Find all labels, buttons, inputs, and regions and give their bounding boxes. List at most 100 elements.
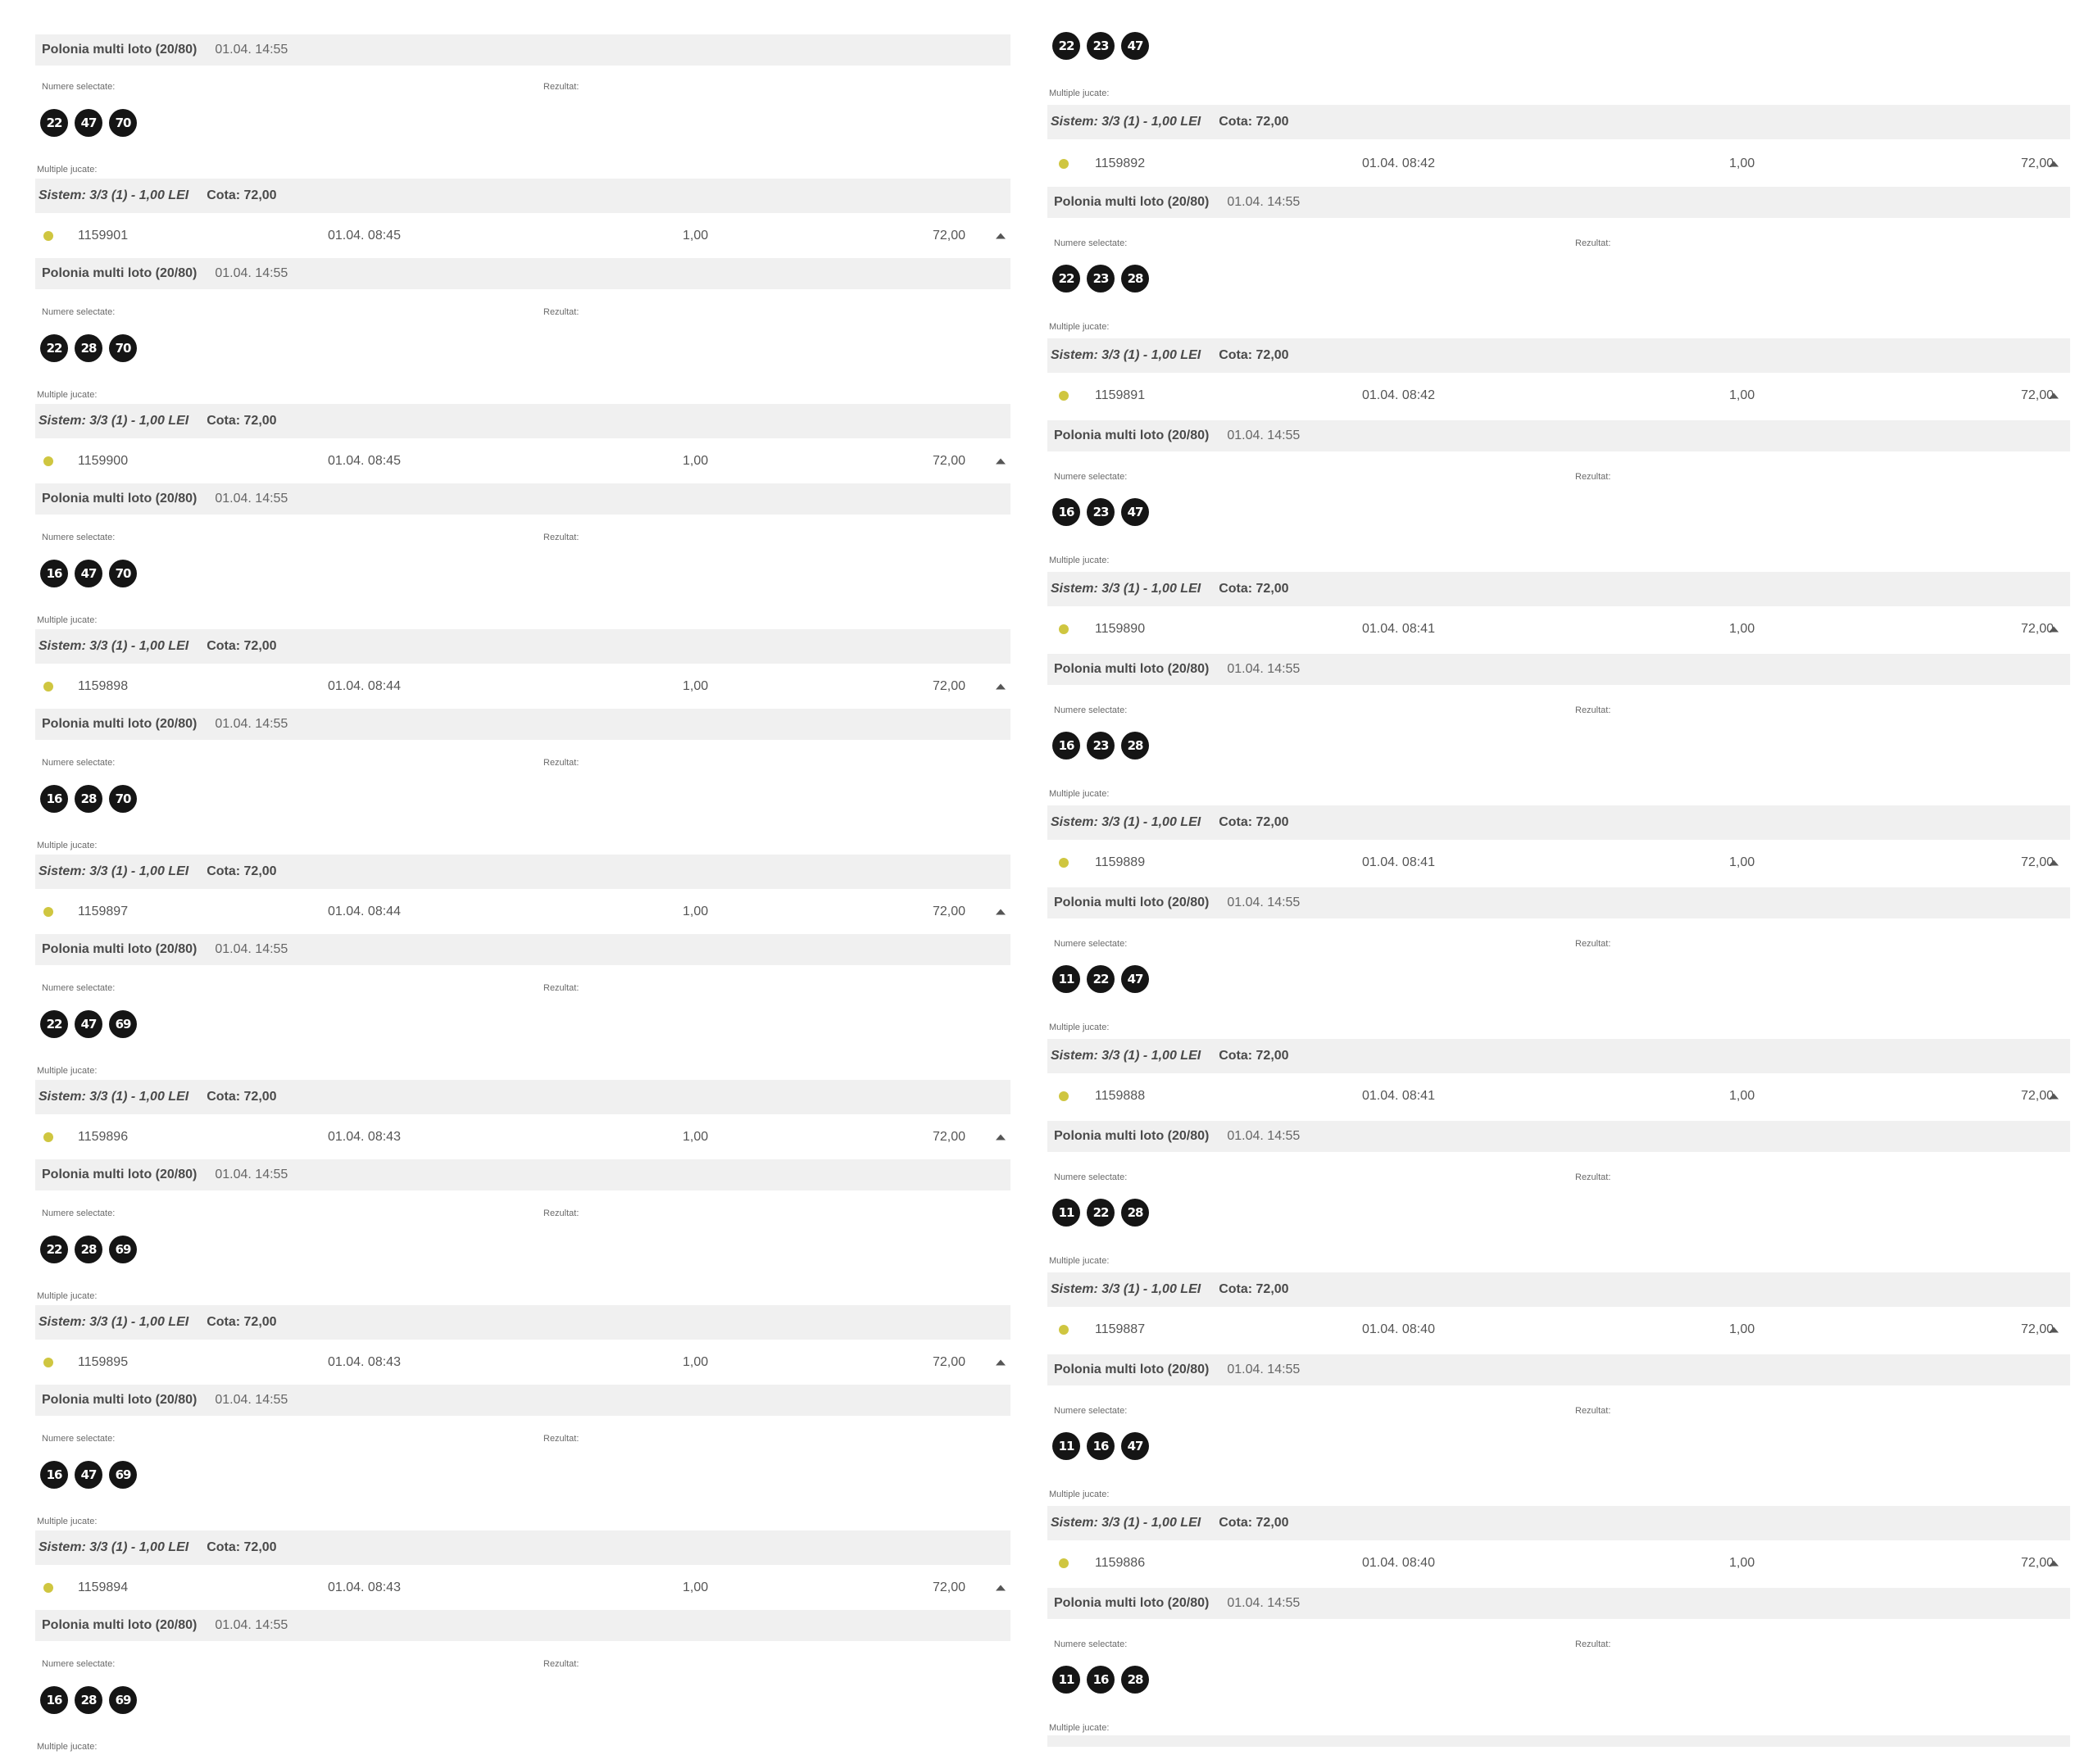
ticket-row[interactable]: 1159890 01.04. 08:41 1,00 72,00	[1047, 613, 2070, 646]
number-ball: 28	[75, 1686, 102, 1714]
rezultat-label: Rezultat:	[543, 1434, 579, 1444]
ticket-row[interactable]: 1159901 01.04. 08:45 1,00 72,00	[35, 220, 1010, 252]
number-ball: 70	[109, 560, 137, 587]
rezultat-label: Rezultat:	[1575, 472, 1611, 482]
event-bar: Polonia multi loto (20/80) 01.04. 14:55	[1047, 187, 2070, 218]
ticket-stake: 1,00	[1729, 622, 1755, 636]
collapse-caret-icon[interactable]	[2049, 1093, 2059, 1100]
event-bar: Polonia multi loto (20/80) 01.04. 14:55	[1047, 1121, 2070, 1152]
ticket-stake: 1,00	[683, 905, 709, 918]
collapse-caret-icon[interactable]	[2049, 859, 2059, 866]
ticket-time: 01.04. 08:43	[328, 1130, 401, 1144]
numere-selectate-label: Numere selectate:	[42, 307, 116, 317]
system-label: Sistem: 3/3 (1) - 1,00 LEI	[1051, 582, 1201, 596]
draw-date: 01.04. 14:55	[1227, 896, 1301, 909]
collapse-caret-icon[interactable]	[2049, 626, 2059, 633]
ticket-winnings: 72,00	[933, 1580, 966, 1594]
event-bar: Polonia multi loto (20/80) 01.04. 14:55	[1047, 887, 2070, 918]
collapse-caret-icon[interactable]	[996, 909, 1006, 915]
number-ball: 47	[1121, 965, 1149, 993]
game-name: Polonia multi loto (20/80)	[1054, 1596, 1210, 1610]
number-ball: 28	[1121, 1666, 1149, 1694]
number-ball: 47	[1121, 1432, 1149, 1460]
number-ball: 16	[40, 1461, 68, 1489]
ticket-stake: 1,00	[683, 229, 709, 243]
status-dot-icon	[43, 231, 53, 241]
ticket-time: 01.04. 08:41	[1362, 622, 1435, 636]
selected-numbers: 11 16 28	[1052, 1666, 2070, 1694]
collapse-caret-icon[interactable]	[996, 458, 1006, 465]
rezultat-label: Rezultat:	[543, 758, 579, 768]
ticket-row[interactable]: 1159892 01.04. 08:42 1,00 72,00	[1047, 147, 2070, 180]
status-dot-icon	[1059, 1091, 1069, 1101]
system-bar: Sistem: 3/3 (1) - 1,00 LEI Cota: 72,00	[1047, 1272, 2070, 1307]
collapse-caret-icon[interactable]	[2049, 392, 2059, 399]
collapse-caret-icon[interactable]	[996, 683, 1006, 690]
collapse-caret-icon[interactable]	[2049, 161, 2059, 167]
cota-label: Cota: 72,00	[1219, 1516, 1289, 1530]
number-ball: 28	[1121, 732, 1149, 760]
ticket-row[interactable]: 1159897 01.04. 08:44 1,00 72,00	[35, 896, 1010, 928]
number-ball: 69	[109, 1461, 137, 1489]
numere-selectate-label: Numere selectate:	[1054, 472, 1128, 482]
game-name: Polonia multi loto (20/80)	[1054, 429, 1210, 442]
ticket-id: 1159896	[78, 1130, 129, 1144]
ticket-row[interactable]: 1159896 01.04. 08:43 1,00 72,00	[35, 1121, 1010, 1154]
ticket-winnings: 72,00	[933, 229, 966, 243]
number-ball: 22	[40, 1236, 68, 1263]
ticket-row[interactable]: 1159887 01.04. 08:40 1,00 72,00	[1047, 1313, 2070, 1346]
system-label: Sistem: 3/3 (1) - 1,00 LEI	[1051, 115, 1201, 129]
system-label: Sistem: 3/3 (1) - 1,00 LEI	[39, 864, 189, 878]
number-ball: 11	[1052, 1199, 1080, 1227]
rezultat-label: Rezultat:	[1575, 939, 1611, 949]
multiple-jucate-text: Multiple jucate:	[1049, 322, 1110, 332]
game-name: Polonia multi loto (20/80)	[42, 43, 198, 57]
multiple-jucate-text: Multiple jucate:	[1049, 1723, 1110, 1733]
event-bar: Polonia multi loto (20/80) 01.04. 14:55	[1047, 654, 2070, 685]
numere-selectate-label: Numere selectate:	[42, 1659, 116, 1669]
ticket-row[interactable]: 1159886 01.04. 08:40 1,00 72,00	[1047, 1547, 2070, 1580]
number-ball: 23	[1087, 498, 1115, 526]
multiple-jucate-label: Multiple jucate:	[1047, 552, 2070, 565]
cota-label: Cota: 72,00	[1219, 1049, 1289, 1063]
draw-date: 01.04. 14:55	[1227, 195, 1301, 209]
collapse-caret-icon[interactable]	[996, 1585, 1006, 1591]
game-name: Polonia multi loto (20/80)	[1054, 1129, 1210, 1143]
ticket-winnings: 72,00	[933, 679, 966, 693]
game-name: Polonia multi loto (20/80)	[1054, 896, 1210, 909]
ticket-row[interactable]: 1159900 01.04. 08:45 1,00 72,00	[35, 445, 1010, 478]
ticket-row[interactable]: 1159889 01.04. 08:41 1,00 72,00	[1047, 846, 2070, 879]
number-ball: 47	[1121, 32, 1149, 60]
draw-date: 01.04. 14:55	[215, 1168, 288, 1181]
collapse-caret-icon[interactable]	[2049, 1560, 2059, 1567]
selection-labels-row: Numere selectate: Rezultat:	[35, 307, 1010, 320]
multiple-jucate-text: Multiple jucate:	[37, 841, 98, 850]
ticket-row[interactable]: 1159898 01.04. 08:44 1,00 72,00	[35, 670, 1010, 703]
cota-label: Cota: 72,00	[207, 864, 277, 878]
number-ball: 28	[1121, 265, 1149, 292]
collapse-caret-icon[interactable]	[996, 233, 1006, 239]
numere-selectate-label: Numere selectate:	[1054, 705, 1128, 715]
ticket-row[interactable]: 1159891 01.04. 08:42 1,00 72,00	[1047, 379, 2070, 412]
selection-labels-row: Numere selectate: Rezultat:	[35, 758, 1010, 771]
system-bar: Sistem: 3/3 (1) - 1,00 LEI Cota: 72,00	[35, 404, 1010, 438]
event-bar: Polonia multi loto (20/80) 01.04. 14:55	[35, 258, 1010, 289]
multiple-jucate-text: Multiple jucate:	[37, 1742, 98, 1752]
number-ball: 16	[1052, 498, 1080, 526]
multiple-jucate-text: Multiple jucate:	[37, 1066, 98, 1076]
selection-labels-row: Numere selectate: Rezultat:	[1047, 1172, 2070, 1186]
multiple-jucate-label: Multiple jucate:	[1047, 786, 2070, 799]
draw-date: 01.04. 14:55	[1227, 1596, 1301, 1610]
ticket-row[interactable]: 1159894 01.04. 08:43 1,00 72,00	[35, 1571, 1010, 1604]
system-label: Sistem: 3/3 (1) - 1,00 LEI	[39, 414, 189, 428]
number-ball: 47	[75, 560, 102, 587]
ticket-row[interactable]: 1159895 01.04. 08:43 1,00 72,00	[35, 1346, 1010, 1379]
ticket-row[interactable]: 1159888 01.04. 08:41 1,00 72,00	[1047, 1080, 2070, 1113]
collapse-caret-icon[interactable]	[996, 1134, 1006, 1140]
ticket-stake: 1,00	[683, 679, 709, 693]
numere-selectate-label: Numere selectate:	[42, 533, 116, 542]
ticket-id: 1159894	[78, 1580, 129, 1594]
collapse-caret-icon[interactable]	[996, 1359, 1006, 1366]
numere-selectate-label: Numere selectate:	[1054, 939, 1128, 949]
collapse-caret-icon[interactable]	[2049, 1326, 2059, 1333]
